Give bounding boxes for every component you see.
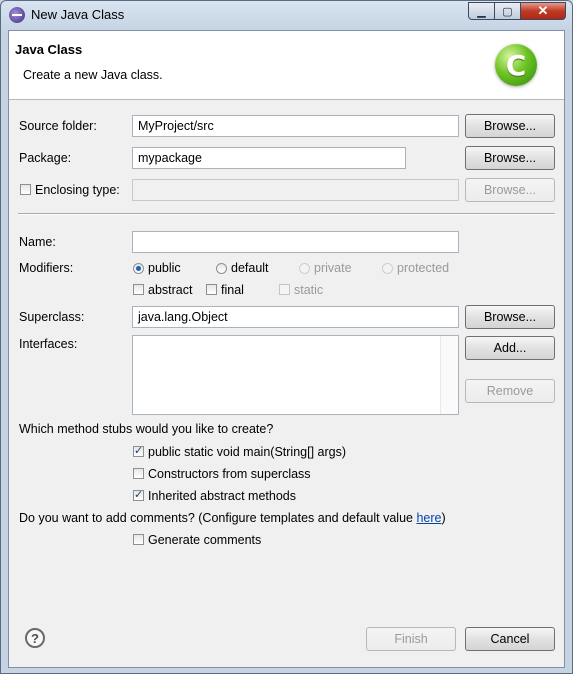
inherited-methods-checkbox[interactable]: [133, 488, 144, 501]
modifier-protected-radio[interactable]: [382, 263, 393, 274]
package-label: Package:: [19, 151, 72, 165]
new-java-class-dialog: New Java Class ▁ ▢ ✕ Java Class Create a…: [0, 0, 573, 674]
wizard-header: Java Class Create a new Java class. C: [9, 31, 564, 100]
add-interface-button[interactable]: Add...: [465, 336, 555, 360]
modifier-final-checkbox[interactable]: [206, 284, 217, 295]
modifiers-label: Modifiers:: [19, 261, 74, 275]
window-title: New Java Class: [31, 7, 125, 22]
enclosing-type-input[interactable]: [132, 179, 459, 201]
package-browse-button[interactable]: Browse...: [465, 146, 555, 170]
modifier-abstract-label: abstract: [148, 283, 193, 297]
logo-letter: C: [505, 48, 527, 82]
modifier-private-label: private: [314, 261, 352, 275]
comments-question-suffix: ): [441, 511, 446, 525]
main-method-checkbox[interactable]: [133, 444, 144, 457]
enclosing-type-browse-button[interactable]: Browse...: [465, 178, 555, 202]
modifier-static-checkbox[interactable]: [279, 284, 290, 295]
source-folder-label: Source folder:: [19, 119, 97, 133]
package-input[interactable]: mypackage: [132, 147, 406, 169]
interfaces-scrollbar[interactable]: [440, 336, 458, 414]
constructors-checkbox[interactable]: [133, 468, 144, 479]
wizard-description: Create a new Java class.: [23, 68, 163, 82]
source-folder-input[interactable]: MyProject/src: [132, 115, 459, 137]
inherited-methods-label: Inherited abstract methods: [148, 489, 296, 503]
enclosing-type-checkbox[interactable]: [20, 184, 31, 195]
source-folder-browse-button[interactable]: Browse...: [465, 114, 555, 138]
name-input[interactable]: [132, 231, 459, 253]
remove-interface-button[interactable]: Remove: [465, 379, 555, 403]
modifier-default-label: default: [231, 261, 269, 275]
enclosing-type-label: Enclosing type:: [35, 183, 120, 197]
modifier-abstract-checkbox[interactable]: [133, 284, 144, 295]
help-icon[interactable]: ?: [25, 628, 45, 648]
minimize-button[interactable]: ▁: [468, 2, 495, 20]
modifier-public-radio[interactable]: [133, 263, 144, 274]
superclass-label: Superclass:: [19, 310, 85, 324]
modifier-static-label: static: [294, 283, 324, 297]
eclipse-icon: [9, 7, 25, 23]
main-method-label: public static void main(String[] args): [148, 445, 346, 459]
superclass-input[interactable]: java.lang.Object: [132, 306, 459, 328]
superclass-browse-button[interactable]: Browse...: [465, 305, 555, 329]
separator: [18, 213, 555, 215]
comments-question-text: Do you want to add comments? (Configure …: [19, 511, 417, 525]
interfaces-label: Interfaces:: [19, 337, 78, 351]
comments-question: Do you want to add comments? (Configure …: [19, 511, 446, 525]
dialog-body: Java Class Create a new Java class. C So…: [8, 30, 565, 668]
modifier-public-label: public: [148, 261, 181, 275]
modifier-private-radio[interactable]: [299, 263, 310, 274]
modifier-final-label: final: [221, 283, 244, 297]
java-class-icon: C: [495, 44, 537, 86]
interfaces-list[interactable]: [132, 335, 459, 415]
wizard-title: Java Class: [15, 42, 83, 57]
cancel-button[interactable]: Cancel: [465, 627, 555, 651]
window-controls: ▁ ▢ ✕: [468, 2, 566, 20]
generate-comments-label: Generate comments: [148, 533, 262, 547]
generate-comments-checkbox[interactable]: [133, 534, 144, 545]
method-stubs-question: Which method stubs would you like to cre…: [19, 422, 274, 436]
modifier-default-radio[interactable]: [216, 263, 227, 274]
name-label: Name:: [19, 235, 56, 249]
configure-templates-link[interactable]: here: [416, 511, 441, 525]
maximize-button[interactable]: ▢: [494, 2, 521, 20]
title-bar: New Java Class ▁ ▢ ✕: [1, 1, 572, 29]
close-button[interactable]: ✕: [520, 2, 566, 20]
finish-button[interactable]: Finish: [366, 627, 456, 651]
constructors-label: Constructors from superclass: [148, 467, 311, 481]
modifier-protected-label: protected: [397, 261, 450, 275]
